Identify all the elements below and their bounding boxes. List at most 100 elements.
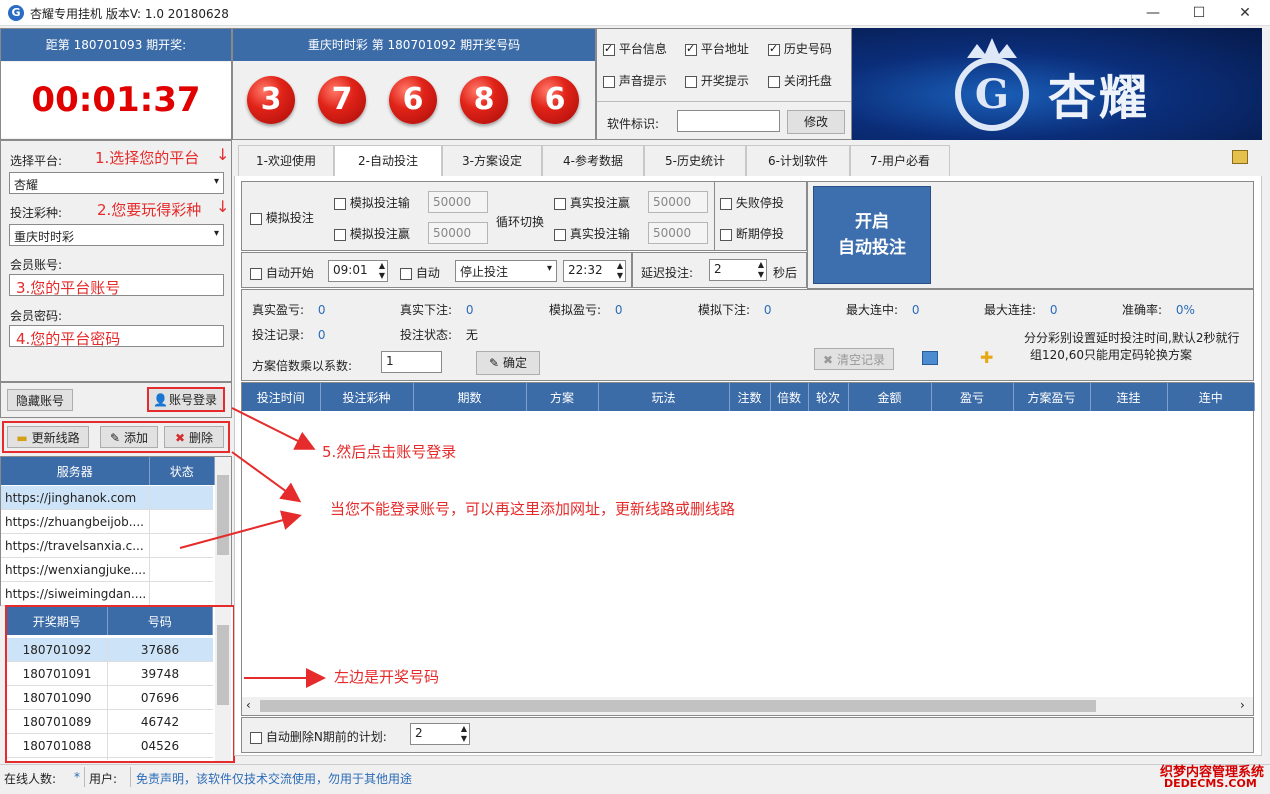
software-id-input[interactable] [677,110,780,132]
lottery-select[interactable]: 重庆时时彩 ▾ [9,224,224,246]
software-id-label: 软件标识: [607,117,660,131]
column-header: 投注彩种 [320,383,414,411]
platform-select[interactable]: 杏耀 ▾ [9,172,224,194]
delay-input[interactable]: 2 ▲ ▼ [709,259,767,281]
option-platform-address[interactable]: 平台地址 [685,40,749,57]
checkbox-icon[interactable] [768,75,780,88]
checkbox-icon[interactable] [768,42,780,56]
server-row[interactable]: https://siweimingdan.... [1,582,213,606]
scrollbar-thumb[interactable] [217,475,229,555]
fail-stop-option[interactable]: 失败停投 [720,194,784,211]
draw-row[interactable]: 180701089 46742 [7,710,213,734]
checkbox-icon[interactable] [720,228,732,241]
sim-win-amount[interactable]: 50000 [428,222,488,244]
real-lose-option[interactable]: 真实投注输 [554,225,630,242]
server-scrollbar[interactable] [215,457,231,605]
checkbox-icon[interactable] [250,212,262,225]
sim-lose-amount[interactable]: 50000 [428,191,488,213]
real-win-option[interactable]: 真实投注赢 [554,194,630,211]
server-row[interactable]: https://jinghanok.com [1,486,213,510]
spinner-icon[interactable]: ▲ ▼ [617,261,623,281]
tab-plan-settings[interactable]: 3-方案设定 [442,145,542,176]
server-row[interactable]: https://wenxiangjuke.... [1,558,213,582]
option-close-tray[interactable]: 关闭托盘 [768,72,832,89]
delete-icon: ✖ [175,431,186,445]
confirm-button[interactable]: ✎ 确定 [476,351,540,375]
checkbox-icon[interactable] [685,42,697,56]
refresh-icon[interactable] [922,351,938,365]
password-input[interactable]: 4.您的平台密码 [9,325,224,348]
chevron-right-icon[interactable]: › [1240,698,1245,712]
checkbox-icon[interactable] [720,197,732,210]
account-input[interactable]: 3.您的平台账号 [9,274,224,297]
option-draw-alert[interactable]: 开奖提示 [685,72,749,89]
checkbox-icon[interactable] [554,197,566,210]
real-lose-amount[interactable]: 50000 [648,222,708,244]
scrollbar-thumb[interactable] [260,700,1096,712]
tab-welcome[interactable]: 1-欢迎使用 [238,145,334,176]
tab-history[interactable]: 5-历史统计 [644,145,746,176]
option-sound[interactable]: 声音提示 [603,72,667,89]
maximize-button[interactable]: ☐ [1176,0,1222,26]
export-icon[interactable] [1232,150,1248,164]
scrollbar-thumb[interactable] [217,625,229,705]
modify-button[interactable]: 修改 [787,110,845,134]
add-route-button[interactable]: ✎ 添加 [100,426,158,448]
draw-row[interactable]: 180701091 39748 [7,662,213,686]
end-time-input[interactable]: 22:32 ▲ ▼ [563,260,626,282]
checkbox-icon[interactable] [603,42,615,56]
checkbox-icon[interactable] [250,731,262,744]
tab-plan-software[interactable]: 6-计划软件 [746,145,850,176]
mode-select[interactable]: 停止投注 ▾ [455,260,557,282]
tab-reference[interactable]: 4-参考数据 [542,145,644,176]
tab-auto-bet[interactable]: 2-自动投注 [334,145,442,178]
delete-route-button[interactable]: ✖ 删除 [164,426,224,448]
start-time-input[interactable]: 09:01 ▲ ▼ [328,260,388,282]
multiplier-input[interactable]: 1 [381,351,442,373]
spinner-icon[interactable]: ▲ ▼ [461,724,467,744]
server-row[interactable]: https://travelsanxia.c... [1,534,213,558]
checkbox-icon[interactable] [554,228,566,241]
option-platform-info[interactable]: 平台信息 [603,40,667,57]
chevron-left-icon[interactable]: ‹ [246,698,251,712]
checkbox-icon[interactable] [400,267,412,280]
stat-value: 0 [317,303,326,317]
sim-bet-option[interactable]: 模拟投注 [250,209,314,226]
horizontal-scrollbar[interactable]: ‹ › [242,697,1253,715]
checkbox-icon[interactable] [250,267,262,280]
real-win-amount[interactable]: 50000 [648,191,708,213]
break-stop-option[interactable]: 断期停投 [720,225,784,242]
delay-unit: 秒后 [773,266,798,280]
hide-account-button[interactable]: 隐藏账号 [7,389,73,411]
checkbox-icon[interactable] [334,197,346,210]
sim-win-option[interactable]: 模拟投注赢 [334,225,410,242]
delay-value: 2 [714,262,722,276]
minimize-button[interactable]: — [1130,0,1176,26]
draw-row[interactable]: 180701090 07696 [7,686,213,710]
start-auto-bet-button[interactable]: 开启 自动投注 [813,186,931,284]
spinner-icon[interactable]: ▲ ▼ [379,261,385,281]
confirm-label: 确定 [502,356,527,370]
checkbox-icon[interactable] [334,228,346,241]
draw-row[interactable]: 180701088 04526 [7,734,213,758]
spinner-icon[interactable]: ▲ ▼ [758,260,764,280]
checkbox-icon[interactable] [685,75,697,88]
checkbox-icon[interactable] [603,75,615,88]
update-routes-button[interactable]: ▬ 更新线路 [7,426,89,448]
option-history[interactable]: 历史号码 [768,40,832,57]
auto-start-option[interactable]: 自动开始 [250,264,314,281]
countdown-panel: 距第 180701093 期开奖: 00:01:37 [0,28,232,140]
draw-scrollbar[interactable] [215,607,231,761]
server-row[interactable]: https://zhuangbeijob.... [1,510,213,534]
auto-option[interactable]: 自动 [400,264,440,281]
auto-delete-option[interactable]: 自动删除N期前的计划: [250,728,387,745]
close-button[interactable]: ✕ [1222,0,1268,26]
draw-row[interactable]: 180701092 37686 [7,638,213,662]
auto-delete-input[interactable]: 2 ▲ ▼ [410,723,470,745]
clear-records-button[interactable]: ✖ 清空记录 [814,348,894,370]
puzzle-icon[interactable]: ✚ [980,350,993,366]
sim-lose-option[interactable]: 模拟投注输 [334,194,410,211]
login-button[interactable]: 👤 账号登录 [147,387,225,412]
disclaimer: 免责声明，该软件仅技术交流使用，勿用于其他用途 [136,772,413,786]
tab-user-guide[interactable]: 7-用户必看 [850,145,950,176]
